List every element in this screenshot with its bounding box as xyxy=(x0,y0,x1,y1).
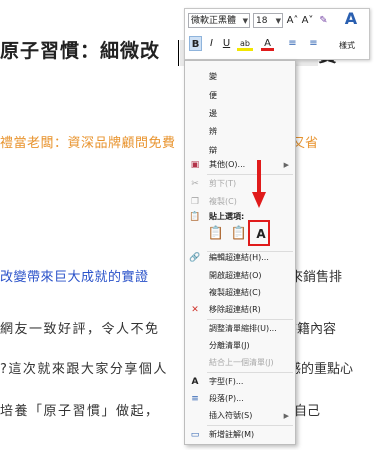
document-title: 原子習慣：細微改 xyxy=(0,40,161,62)
shrink-font-button[interactable]: A˅ xyxy=(301,13,314,28)
format-painter-icon[interactable]: ✎ xyxy=(317,13,330,28)
menu-item-paragraph[interactable]: ≡ 段落(P)... xyxy=(185,391,295,407)
menu-item-edit-hyperlink[interactable]: 🔗 編輯超連結(H)... xyxy=(185,250,295,266)
menu-item-join-previous-list[interactable]: 結合上一個清單(J) xyxy=(185,355,295,371)
menu-item-alternative-4[interactable]: 辨 xyxy=(185,124,295,140)
menu-item-new-comment[interactable]: ▭ 新增註解(M) xyxy=(185,427,295,443)
remove-link-icon: ✕ xyxy=(191,305,199,315)
font-name-value: 微軟正黑體 xyxy=(191,16,237,26)
scissors-icon: ✂ xyxy=(191,179,199,189)
chevron-down-icon: ▼ xyxy=(242,17,248,25)
menu-item-open-hyperlink[interactable]: 開啟超連結(O) xyxy=(185,268,295,284)
styles-label: 樣式 xyxy=(339,41,355,50)
text-caret xyxy=(178,40,179,66)
body-paragraph: ?這次就來跟大家分享個人 xyxy=(0,362,168,377)
menu-item-font[interactable]: A 字型(F)... xyxy=(185,374,295,390)
other-characters-icon: ▣ xyxy=(190,160,200,170)
chevron-down-icon: ▼ xyxy=(275,17,281,25)
annotation-arrow-icon xyxy=(252,160,266,208)
paragraph-icon: ≡ xyxy=(191,394,199,404)
annotation-highlight-box xyxy=(248,220,270,246)
menu-item-separate-list[interactable]: 分離清單(J) xyxy=(185,338,295,354)
font-size-value: 18 xyxy=(256,16,268,26)
numbering-icon[interactable]: ≡ xyxy=(307,36,320,51)
menu-item-cut[interactable]: ✂ 剪下(T) xyxy=(185,176,295,192)
menu-item-adjust-list-indent[interactable]: 調整清單縮排(U)... xyxy=(185,321,295,337)
paste-keep-source-formatting-icon[interactable]: 📋 xyxy=(207,223,225,245)
chevron-right-icon: ▶ xyxy=(283,412,289,420)
menu-item-alternative-1[interactable]: 變 xyxy=(185,69,295,85)
clipboard-icon: 📋 xyxy=(189,212,201,222)
edit-link-icon: 🔗 xyxy=(189,253,201,263)
copy-icon: ❐ xyxy=(190,197,200,207)
menu-item-alternative-3[interactable]: 邊 xyxy=(185,106,295,122)
promo-text: 禮當老闆：資深品牌顧問免費 xyxy=(0,136,176,151)
context-menu: 變 便 邊 辨 辯 ▣ 其他(O)... ▶ ✂ 剪下(T) ❐ 複製(C) 📋… xyxy=(184,60,296,445)
menu-item-other[interactable]: ▣ 其他(O)... ▶ xyxy=(185,157,295,173)
bullets-icon[interactable]: ≡ xyxy=(286,36,299,51)
menu-item-copy[interactable]: ❐ 複製(C) xyxy=(185,194,295,210)
body-paragraph: 培養「原子習慣」做起， xyxy=(0,404,160,419)
menu-separator xyxy=(207,174,293,175)
bold-button[interactable]: B xyxy=(189,36,202,51)
menu-separator xyxy=(207,425,293,426)
font-icon: A xyxy=(191,377,199,387)
menu-separator xyxy=(207,372,293,373)
menu-item-insert-symbol[interactable]: 插入符號(S) ▶ xyxy=(185,408,295,424)
styles-icon[interactable]: A xyxy=(341,11,361,27)
chevron-right-icon: ▶ xyxy=(283,161,289,169)
body-paragraph: 網友一致好評，令人不免 xyxy=(0,322,160,337)
menu-item-alternative-2[interactable]: 便 xyxy=(185,88,295,104)
menu-item-remove-hyperlink[interactable]: ✕ 移除超連結(R) xyxy=(185,302,295,318)
hyperlink-text[interactable]: 改變帶來巨大成就的實證 xyxy=(0,266,149,285)
font-size-box[interactable]: 18 ▼ xyxy=(253,13,283,28)
body-text-right: 來銷售排 xyxy=(290,270,343,285)
menu-item-copy-hyperlink[interactable]: 複製超連結(C) xyxy=(185,285,295,301)
font-name-box[interactable]: 微軟正黑體 ▼ xyxy=(188,13,250,28)
comment-icon: ▭ xyxy=(190,430,200,440)
menu-separator xyxy=(207,319,293,320)
underline-button[interactable]: U xyxy=(220,36,233,51)
italic-button[interactable]: I xyxy=(205,36,218,51)
mini-toolbar: 微軟正黑體 ▼ 18 ▼ A˄ A˅ ✎ A B I U ab A ≡ ≡ 樣式 xyxy=(184,8,370,60)
body-text-right: 感的重點心 xyxy=(288,362,354,377)
font-color-button[interactable]: A xyxy=(261,36,274,51)
grow-font-button[interactable]: A˄ xyxy=(286,13,299,28)
paste-merge-formatting-icon[interactable]: 📋 xyxy=(230,223,248,245)
highlight-color-button[interactable]: ab xyxy=(237,36,253,51)
